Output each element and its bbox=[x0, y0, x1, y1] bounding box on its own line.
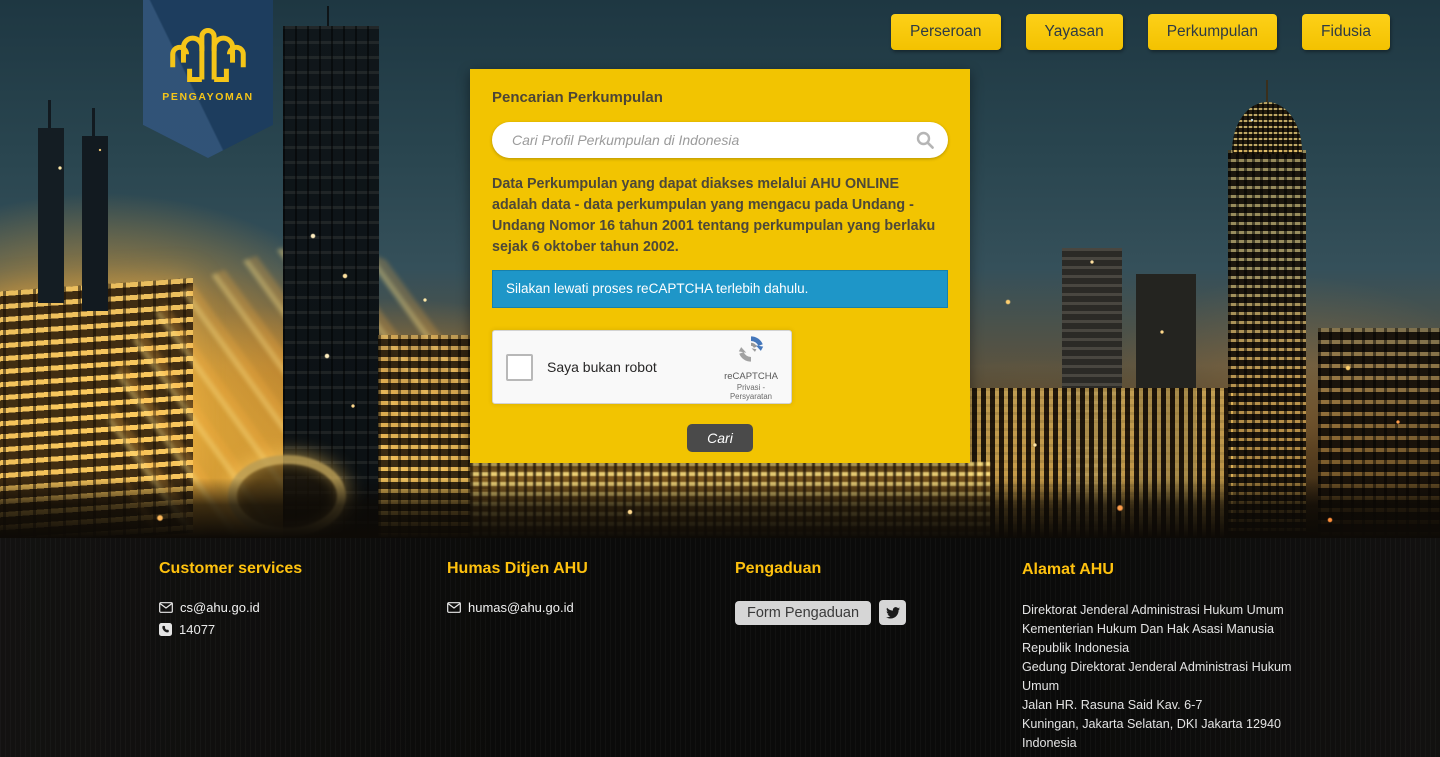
recaptcha-privacy-links[interactable]: Privasi - Persyaratan bbox=[721, 383, 781, 401]
recaptcha-brand-text: reCAPTCHA bbox=[721, 371, 781, 382]
logo-text: PENGAYOMAN bbox=[162, 91, 253, 103]
search-input[interactable] bbox=[492, 122, 948, 158]
recaptcha-widget: Saya bukan robot reCAPTCHA Privasi - Per… bbox=[492, 330, 792, 404]
nav-button-perseroan[interactable]: Perseroan bbox=[891, 14, 1001, 50]
footer: Customer services cs@ahu.go.id 14077 Hum… bbox=[0, 538, 1440, 757]
footer-pengaduan: Pengaduan Form Pengaduan bbox=[735, 560, 906, 625]
search-icon[interactable] bbox=[915, 130, 935, 150]
footer-heading: Humas Ditjen AHU bbox=[447, 560, 588, 578]
address-line: Kementerian Hukum Dan Hak Asasi Manusia bbox=[1022, 620, 1302, 639]
footer-heading: Customer services bbox=[159, 560, 302, 578]
search-field-wrapper bbox=[492, 122, 948, 158]
phone-icon bbox=[159, 623, 172, 636]
customer-service-email-link[interactable]: cs@ahu.go.id bbox=[180, 600, 260, 615]
cari-submit-button[interactable]: Cari bbox=[687, 424, 753, 452]
footer-alamat: Alamat AHU Direktorat Jenderal Administr… bbox=[1022, 560, 1302, 753]
recaptcha-label: Saya bukan robot bbox=[547, 359, 721, 375]
recaptcha-checkbox[interactable] bbox=[506, 354, 533, 381]
twitter-button[interactable] bbox=[879, 600, 906, 625]
search-card: Pencarian Perkumpulan Data Perkumpulan y… bbox=[470, 69, 970, 463]
nav-button-fidusia[interactable]: Fidusia bbox=[1302, 14, 1390, 50]
footer-heading: Pengaduan bbox=[735, 560, 906, 578]
nav-button-perkumpulan[interactable]: Perkumpulan bbox=[1148, 14, 1277, 50]
background-building bbox=[38, 128, 64, 303]
pengayoman-emblem-icon bbox=[162, 13, 254, 87]
form-pengaduan-button[interactable]: Form Pengaduan bbox=[735, 601, 871, 625]
address-line: Gedung Direktorat Jenderal Administrasi … bbox=[1022, 658, 1302, 696]
address-line: Republik Indonesia bbox=[1022, 639, 1302, 658]
address-line: Indonesia bbox=[1022, 734, 1302, 753]
footer-heading: Alamat AHU bbox=[1022, 560, 1302, 579]
envelope-icon bbox=[447, 602, 461, 613]
top-navigation: Perseroan Yayasan Perkumpulan Fidusia bbox=[891, 14, 1390, 50]
recaptcha-brand: reCAPTCHA Privasi - Persyaratan bbox=[721, 334, 781, 401]
card-title: Pencarian Perkumpulan bbox=[492, 89, 948, 106]
recaptcha-notice: Silakan lewati proses reCAPTCHA terlebih… bbox=[492, 270, 948, 308]
twitter-icon bbox=[886, 607, 900, 619]
logo-ribbon: PENGAYOMAN bbox=[143, 0, 273, 158]
customer-service-phone: 14077 bbox=[179, 622, 215, 637]
card-description: Data Perkumpulan yang dapat diakses mela… bbox=[492, 174, 948, 258]
background-dark-rooftops bbox=[0, 478, 1440, 538]
hero-section: PENGAYOMAN Perseroan Yayasan Perkumpulan… bbox=[0, 0, 1440, 538]
recaptcha-logo-icon bbox=[736, 334, 766, 364]
address-line: Direktorat Jenderal Administrasi Hukum U… bbox=[1022, 601, 1302, 620]
footer-humas: Humas Ditjen AHU humas@ahu.go.id bbox=[447, 560, 588, 622]
address-line: Kuningan, Jakarta Selatan, DKI Jakarta 1… bbox=[1022, 715, 1302, 734]
envelope-icon bbox=[159, 602, 173, 613]
nav-button-yayasan[interactable]: Yayasan bbox=[1026, 14, 1123, 50]
footer-customer-services: Customer services cs@ahu.go.id 14077 bbox=[159, 560, 302, 644]
humas-email-link[interactable]: humas@ahu.go.id bbox=[468, 600, 574, 615]
address-line: Jalan HR. Rasuna Said Kav. 6-7 bbox=[1022, 696, 1302, 715]
